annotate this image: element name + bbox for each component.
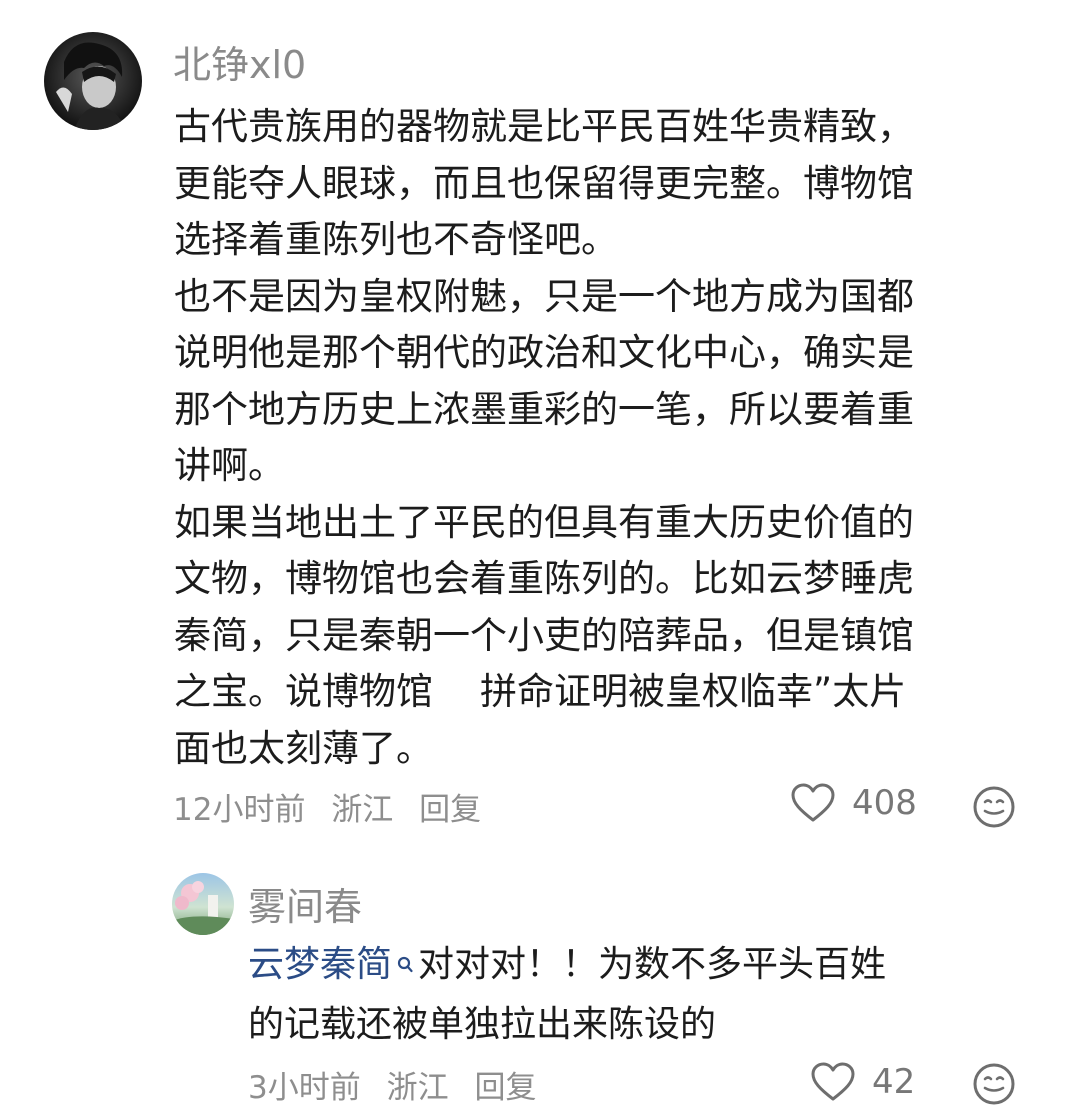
comment-time: 12小时前 — [173, 792, 306, 828]
reply-body: 云梦秦简 对对对！！为数不多平头百姓 的记载还被单独拉出来陈设的 — [248, 936, 1038, 1054]
like-count: 408 — [852, 783, 917, 823]
comment-meta: 12小时前 浙江 回复 — [173, 784, 481, 829]
emoji-face-icon — [972, 785, 1016, 829]
comment-username[interactable]: 北铮xl0 — [173, 34, 306, 89]
comment-line: 面也太刻薄了。 — [174, 726, 433, 770]
like-count: 42 — [872, 1062, 916, 1102]
reply-location: 浙江 — [386, 1070, 449, 1106]
emoji-face-icon — [972, 1062, 1016, 1106]
search-icon — [396, 938, 414, 996]
comment-line: 文物，博物馆也会着重陈列的。比如云梦睡虎 — [174, 557, 914, 600]
like-button[interactable]: 408 — [790, 782, 917, 824]
reply-time: 3小时前 — [248, 1070, 361, 1106]
comment-line: 古代贵族用的器物就是比平民百姓华贵精致， — [174, 105, 914, 148]
reply-text: 对对对！！为数不多平头百姓 — [418, 944, 887, 985]
topic-link[interactable]: 云梦秦简 — [248, 944, 392, 985]
comment-line: 更能夺人眼球，而且也保留得更完整。博物馆 — [174, 161, 914, 205]
comment-body: 古代贵族用的器物就是比平民百姓华贵精致， 更能夺人眼球，而且也保留得更完整。博物… — [174, 99, 1034, 777]
comment-line: 选择着重陈列也不奇怪吧。 — [174, 218, 618, 261]
avatar[interactable] — [172, 873, 234, 935]
reply-username[interactable]: 雾间春 — [248, 876, 362, 931]
reply-button[interactable]: 回复 — [474, 1070, 536, 1106]
reply-button[interactable]: 回复 — [419, 792, 481, 828]
like-button[interactable]: 42 — [810, 1061, 915, 1103]
comment-line: 秦简，只是秦朝一个小吏的陪葬品，但是镇馆 — [174, 613, 914, 657]
emoji-reaction-button[interactable] — [972, 1062, 1016, 1106]
heart-icon — [790, 782, 836, 824]
comment-line: 如果当地出土了平民的但具有重大历史价值的 — [174, 500, 914, 544]
comment-location: 浙江 — [331, 792, 394, 828]
avatar[interactable] — [44, 32, 142, 130]
heart-icon — [810, 1061, 856, 1103]
comment-line: 那个地方历史上浓墨重彩的一笔，所以要着重 — [174, 387, 914, 431]
comment-line: 说明他是那个朝代的政治和文化中心，确实是 — [174, 331, 914, 374]
comment-line: 之宝。说博物馆 拼命证明被皇权临幸”太片 — [174, 670, 907, 713]
emoji-reaction-button[interactable] — [972, 785, 1016, 829]
reply-line: 的记载还被单独拉出来陈设的 — [248, 1004, 717, 1045]
comment-line: 也不是因为皇权附魅，只是一个地方成为国都 — [174, 274, 914, 318]
reply-line: 云梦秦简 对对对！！为数不多平头百姓 — [248, 936, 1038, 996]
comment-line: 讲啊。 — [174, 444, 285, 487]
reply-meta: 3小时前 浙江 回复 — [248, 1062, 536, 1107]
